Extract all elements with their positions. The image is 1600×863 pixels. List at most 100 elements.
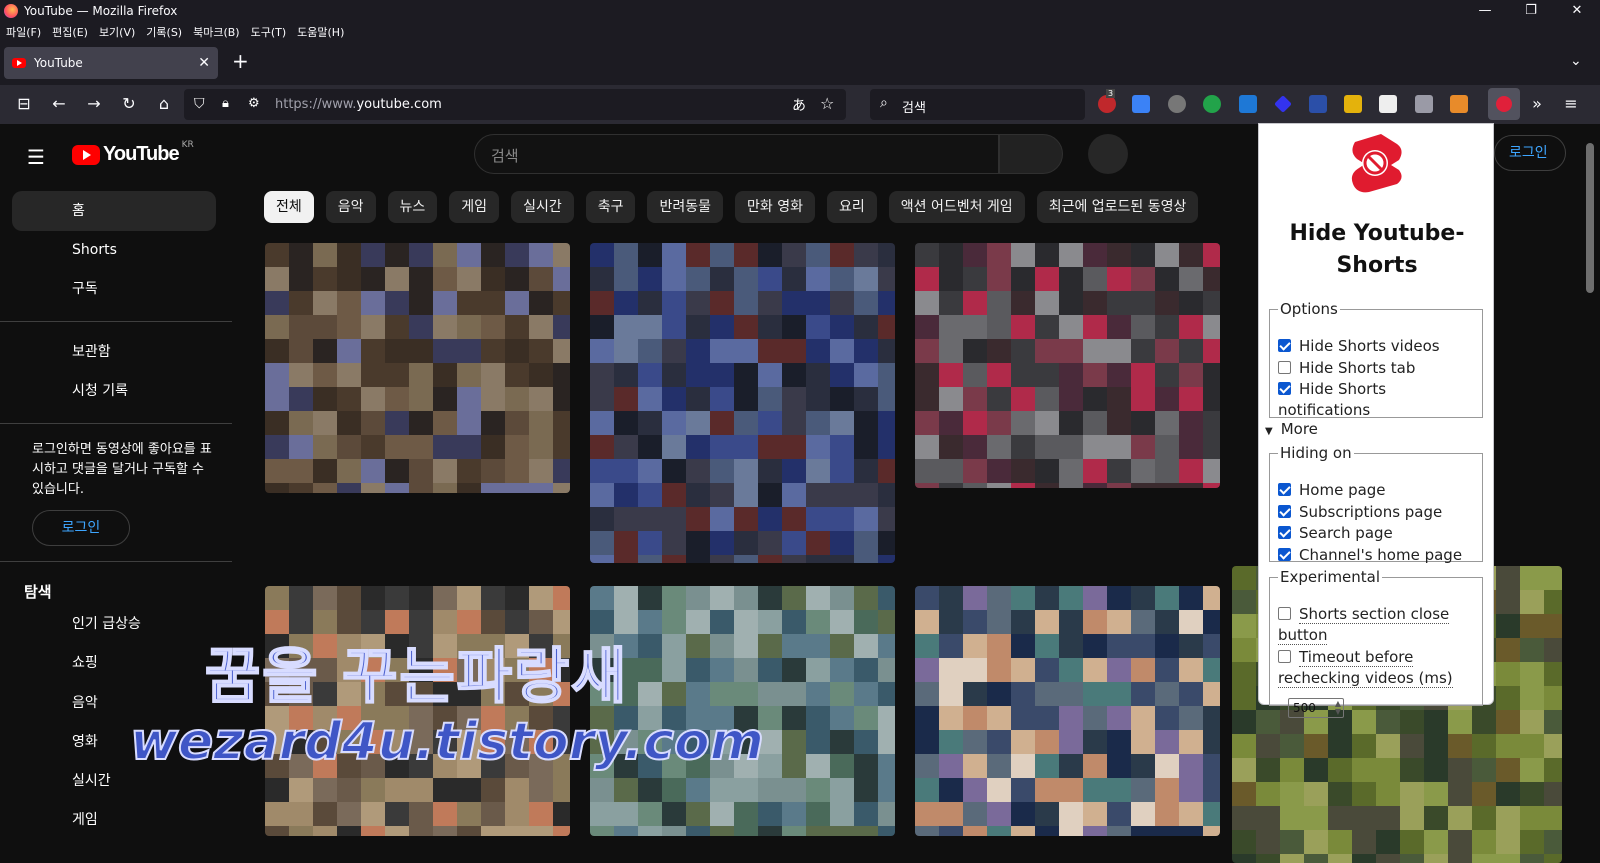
option-hide-shorts-tab[interactable]: Hide Shorts tab <box>1278 358 1415 379</box>
youtube-logo[interactable]: YouTube KR <box>72 140 194 166</box>
extension-icon-8[interactable] <box>1344 95 1362 113</box>
timeout-number-input[interactable]: 500 ▲ ▼ <box>1288 698 1344 718</box>
overflow-icon[interactable]: » <box>1526 93 1548 115</box>
menu-tools[interactable]: 도구(T) <box>251 24 287 40</box>
extensions-puzzle-icon[interactable] <box>1415 95 1433 113</box>
new-tab-button[interactable]: + <box>232 49 249 73</box>
checkbox-timeout-rechecking[interactable] <box>1278 650 1291 663</box>
translate-icon[interactable]: あ <box>792 95 806 115</box>
chip-music[interactable]: 음악 <box>325 191 376 223</box>
sidebar-item-history[interactable]: 시청 기록 <box>12 371 216 411</box>
menu-edit[interactable]: 편집(E) <box>52 24 88 40</box>
thumbnail-pixel <box>1424 782 1448 806</box>
youtube-search-input[interactable]: 검색 <box>474 134 999 174</box>
menu-file[interactable]: 파일(F) <box>6 24 41 40</box>
page-scrollbar[interactable] <box>1582 127 1598 863</box>
menu-history[interactable]: 기록(S) <box>146 24 182 40</box>
sidebar-item-subscriptions[interactable]: 구독 <box>12 269 216 309</box>
tab-close-icon[interactable]: ✕ <box>198 55 210 71</box>
chip-pets[interactable]: 반려동물 <box>647 191 723 223</box>
checkbox-hide-shorts-tab[interactable] <box>1278 361 1291 374</box>
home-icon[interactable]: ⌂ <box>153 93 175 115</box>
lock-icon[interactable]: 🔒︎ <box>222 96 229 111</box>
option-shorts-section-close-button[interactable]: Shorts section close button <box>1278 604 1478 646</box>
bookmark-star-icon[interactable]: ☆ <box>820 94 834 113</box>
option-search-page[interactable]: Search page <box>1278 523 1393 544</box>
sidebar-item-shopping[interactable]: 쇼핑 <box>12 643 216 683</box>
sidebar-item-gaming[interactable]: 게임 <box>12 800 216 840</box>
url-host: youtube.com <box>356 97 442 112</box>
thumbnail-pixel <box>686 411 710 435</box>
sidebar-toggle-icon[interactable]: ⊟ <box>13 93 35 115</box>
option-home-page[interactable]: Home page <box>1278 480 1386 501</box>
chip-action-adventure[interactable]: 액션 어드벤처 게임 <box>888 191 1025 223</box>
option-subscriptions-page[interactable]: Subscriptions page <box>1278 502 1442 523</box>
chip-recently-uploaded[interactable]: 최근에 업로드된 동영상 <box>1036 191 1199 223</box>
menu-view[interactable]: 보기(V) <box>99 24 135 40</box>
back-icon[interactable]: ← <box>48 93 70 115</box>
checkbox-search-page[interactable] <box>1278 526 1291 539</box>
checkbox-shorts-section-close[interactable] <box>1278 607 1291 620</box>
chip-soccer[interactable]: 축구 <box>585 191 636 223</box>
youtube-search-button[interactable] <box>999 134 1063 174</box>
chip-all[interactable]: 전체 <box>264 191 314 223</box>
sidebar-item-home[interactable]: 홈 <box>12 191 216 231</box>
forward-icon[interactable]: → <box>83 93 105 115</box>
option-hide-shorts-notifications[interactable]: Hide Shorts notifications <box>1278 379 1478 421</box>
option-timeout-rechecking[interactable]: Timeout before rechecking videos (ms) <box>1278 647 1478 689</box>
extension-icon-5[interactable] <box>1239 95 1257 113</box>
shield-icon[interactable]: ⛉ <box>194 96 205 112</box>
hamburger-icon[interactable]: ≡ <box>1560 93 1582 115</box>
checkbox-hide-shorts-notifications[interactable] <box>1278 382 1291 395</box>
video-card[interactable] <box>915 586 1220 836</box>
option-hide-shorts-videos[interactable]: Hide Shorts videos <box>1278 336 1440 357</box>
chip-news[interactable]: 뉴스 <box>387 191 438 223</box>
option-channel-home-page[interactable]: Channel's home page <box>1278 545 1462 566</box>
minimize-button[interactable]: — <box>1462 0 1508 22</box>
tab-youtube[interactable]: YouTube ✕ <box>4 47 218 79</box>
translate-extension-icon[interactable] <box>1132 95 1150 113</box>
checkbox-home-page[interactable] <box>1278 483 1291 496</box>
top-signin-button[interactable]: 로그인 <box>1494 135 1566 171</box>
voice-search-button[interactable] <box>1088 134 1128 174</box>
ublock-extension-icon[interactable]: 3 <box>1098 89 1116 113</box>
video-card[interactable] <box>590 243 895 563</box>
video-card[interactable] <box>265 243 570 493</box>
menu-help[interactable]: 도움말(H) <box>297 24 344 40</box>
chip-games[interactable]: 게임 <box>449 191 500 223</box>
sidebar-item-shorts[interactable]: Shorts <box>12 230 216 270</box>
video-card[interactable] <box>915 243 1220 488</box>
reload-icon[interactable]: ↻ <box>118 93 140 115</box>
tab-list-button[interactable]: ⌄ <box>1570 53 1582 69</box>
extension-icon-7[interactable] <box>1309 95 1327 113</box>
extension-icon-4[interactable] <box>1203 95 1221 113</box>
close-window-button[interactable]: ✕ <box>1554 0 1600 22</box>
menu-bookmarks[interactable]: 북마크(B) <box>193 24 240 40</box>
scrollbar-thumb[interactable] <box>1586 143 1594 293</box>
checkbox-subscriptions-page[interactable] <box>1278 505 1291 518</box>
permissions-icon[interactable]: ⚙ <box>248 96 260 111</box>
extension-icon-9[interactable] <box>1379 95 1397 113</box>
chip-live[interactable]: 실시간 <box>511 191 574 223</box>
sidebar-divider <box>0 321 232 322</box>
url-text[interactable]: https://www.youtube.com <box>275 97 442 112</box>
extension-icon-3[interactable] <box>1168 95 1186 113</box>
video-card[interactable] <box>590 586 895 836</box>
hide-shorts-extension-button[interactable] <box>1488 88 1520 120</box>
youtube-menu-icon[interactable]: ☰ <box>27 145 45 169</box>
sidebar-item-trending[interactable]: 인기 급상승 <box>12 604 216 644</box>
search-bar[interactable]: ⌕ 검색 <box>870 89 1085 120</box>
maximize-button[interactable]: ❐ <box>1508 0 1554 22</box>
sidebar-item-library[interactable]: 보관함 <box>12 332 216 372</box>
spinner-arrows-icon[interactable]: ▲ ▼ <box>1335 700 1341 716</box>
checkbox-channel-home-page[interactable] <box>1278 548 1291 561</box>
more-disclosure[interactable]: ▼ More <box>1265 420 1318 438</box>
extension-icon-11[interactable] <box>1450 95 1468 113</box>
thumbnail-pixel <box>505 363 529 387</box>
url-bar[interactable]: ⛉ 🔒︎ ⚙ https://www.youtube.com あ ☆ <box>184 89 846 120</box>
chip-cooking[interactable]: 요리 <box>826 191 877 223</box>
extension-icon-6[interactable] <box>1274 95 1292 113</box>
checkbox-hide-shorts-videos[interactable] <box>1278 339 1291 352</box>
sidebar-signin-button[interactable]: 로그인 <box>32 510 130 546</box>
chip-animation[interactable]: 만화 영화 <box>735 191 815 223</box>
